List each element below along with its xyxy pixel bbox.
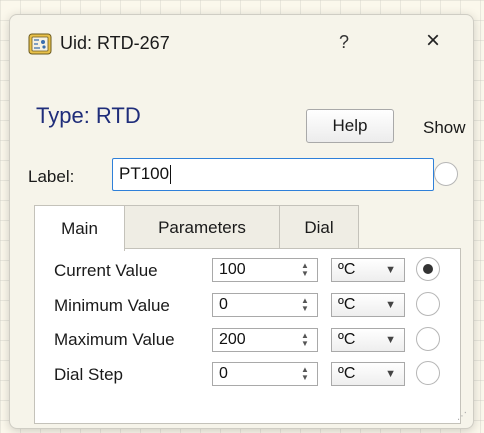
label-input[interactable]: PT100 (112, 158, 434, 191)
current-value-unit-select[interactable]: ºC ▼ (331, 258, 405, 282)
properties-dialog: Uid: RTD-267 ? × Type: RTD Help Show Lab… (9, 14, 474, 429)
resize-grip-icon[interactable]: ⋰ (457, 411, 467, 422)
minimum-value-label: Minimum Value (54, 296, 170, 315)
chevron-down-icon: ▼ (385, 334, 396, 346)
dial-step-unit: ºC (338, 365, 356, 382)
maximum-value-unit: ºC (338, 331, 356, 348)
maximum-value-text: 200 (219, 331, 246, 348)
close-button[interactable]: × (420, 29, 446, 53)
spin-arrows-icon[interactable]: ▲ ▼ (293, 329, 317, 351)
maximum-value-spinbox[interactable]: 200 ▲ ▼ (212, 328, 318, 352)
current-value-label: Current Value (54, 261, 158, 280)
text-caret (170, 165, 172, 185)
context-help-button[interactable]: ? (334, 32, 354, 53)
maximum-value-show-radio[interactable] (416, 327, 440, 351)
chevron-down-icon: ▼ (385, 264, 396, 276)
spin-arrows-icon[interactable]: ▲ ▼ (293, 259, 317, 281)
minimum-value-unit-select[interactable]: ºC ▼ (331, 293, 405, 317)
show-label-radio[interactable] (434, 162, 458, 186)
maximum-value-unit-select[interactable]: ºC ▼ (331, 328, 405, 352)
chevron-down-icon: ▼ (385, 299, 396, 311)
spin-arrows-icon[interactable]: ▲ ▼ (293, 363, 317, 385)
tab-dial[interactable]: Dial (279, 205, 359, 249)
minimum-value-show-radio[interactable] (416, 292, 440, 316)
dial-step-label: Dial Step (54, 365, 123, 384)
current-value-spinbox[interactable]: 100 ▲ ▼ (212, 258, 318, 282)
show-column-label: Show (423, 118, 466, 137)
component-icon (28, 33, 52, 55)
current-value-unit: ºC (338, 261, 356, 278)
dial-step-text: 0 (219, 365, 228, 382)
tab-main[interactable]: Main (34, 205, 125, 251)
maximum-value-label: Maximum Value (54, 330, 175, 349)
window-title: Uid: RTD-267 (60, 33, 170, 53)
minimum-value-text: 0 (219, 296, 228, 313)
tab-parameters[interactable]: Parameters (124, 205, 280, 249)
dial-step-show-radio[interactable] (416, 361, 440, 385)
dial-step-spinbox[interactable]: 0 ▲ ▼ (212, 362, 318, 386)
spin-arrows-icon[interactable]: ▲ ▼ (293, 294, 317, 316)
component-type-title: Type: RTD (36, 103, 141, 128)
dial-step-unit-select[interactable]: ºC ▼ (331, 362, 405, 386)
help-button[interactable]: Help (306, 109, 394, 143)
label-input-value: PT100 (119, 164, 170, 183)
current-value-show-radio[interactable] (416, 257, 440, 281)
chevron-down-icon: ▼ (385, 368, 396, 380)
minimum-value-unit: ºC (338, 296, 356, 313)
minimum-value-spinbox[interactable]: 0 ▲ ▼ (212, 293, 318, 317)
label-field-label: Label: (28, 167, 75, 186)
current-value-text: 100 (219, 261, 246, 278)
